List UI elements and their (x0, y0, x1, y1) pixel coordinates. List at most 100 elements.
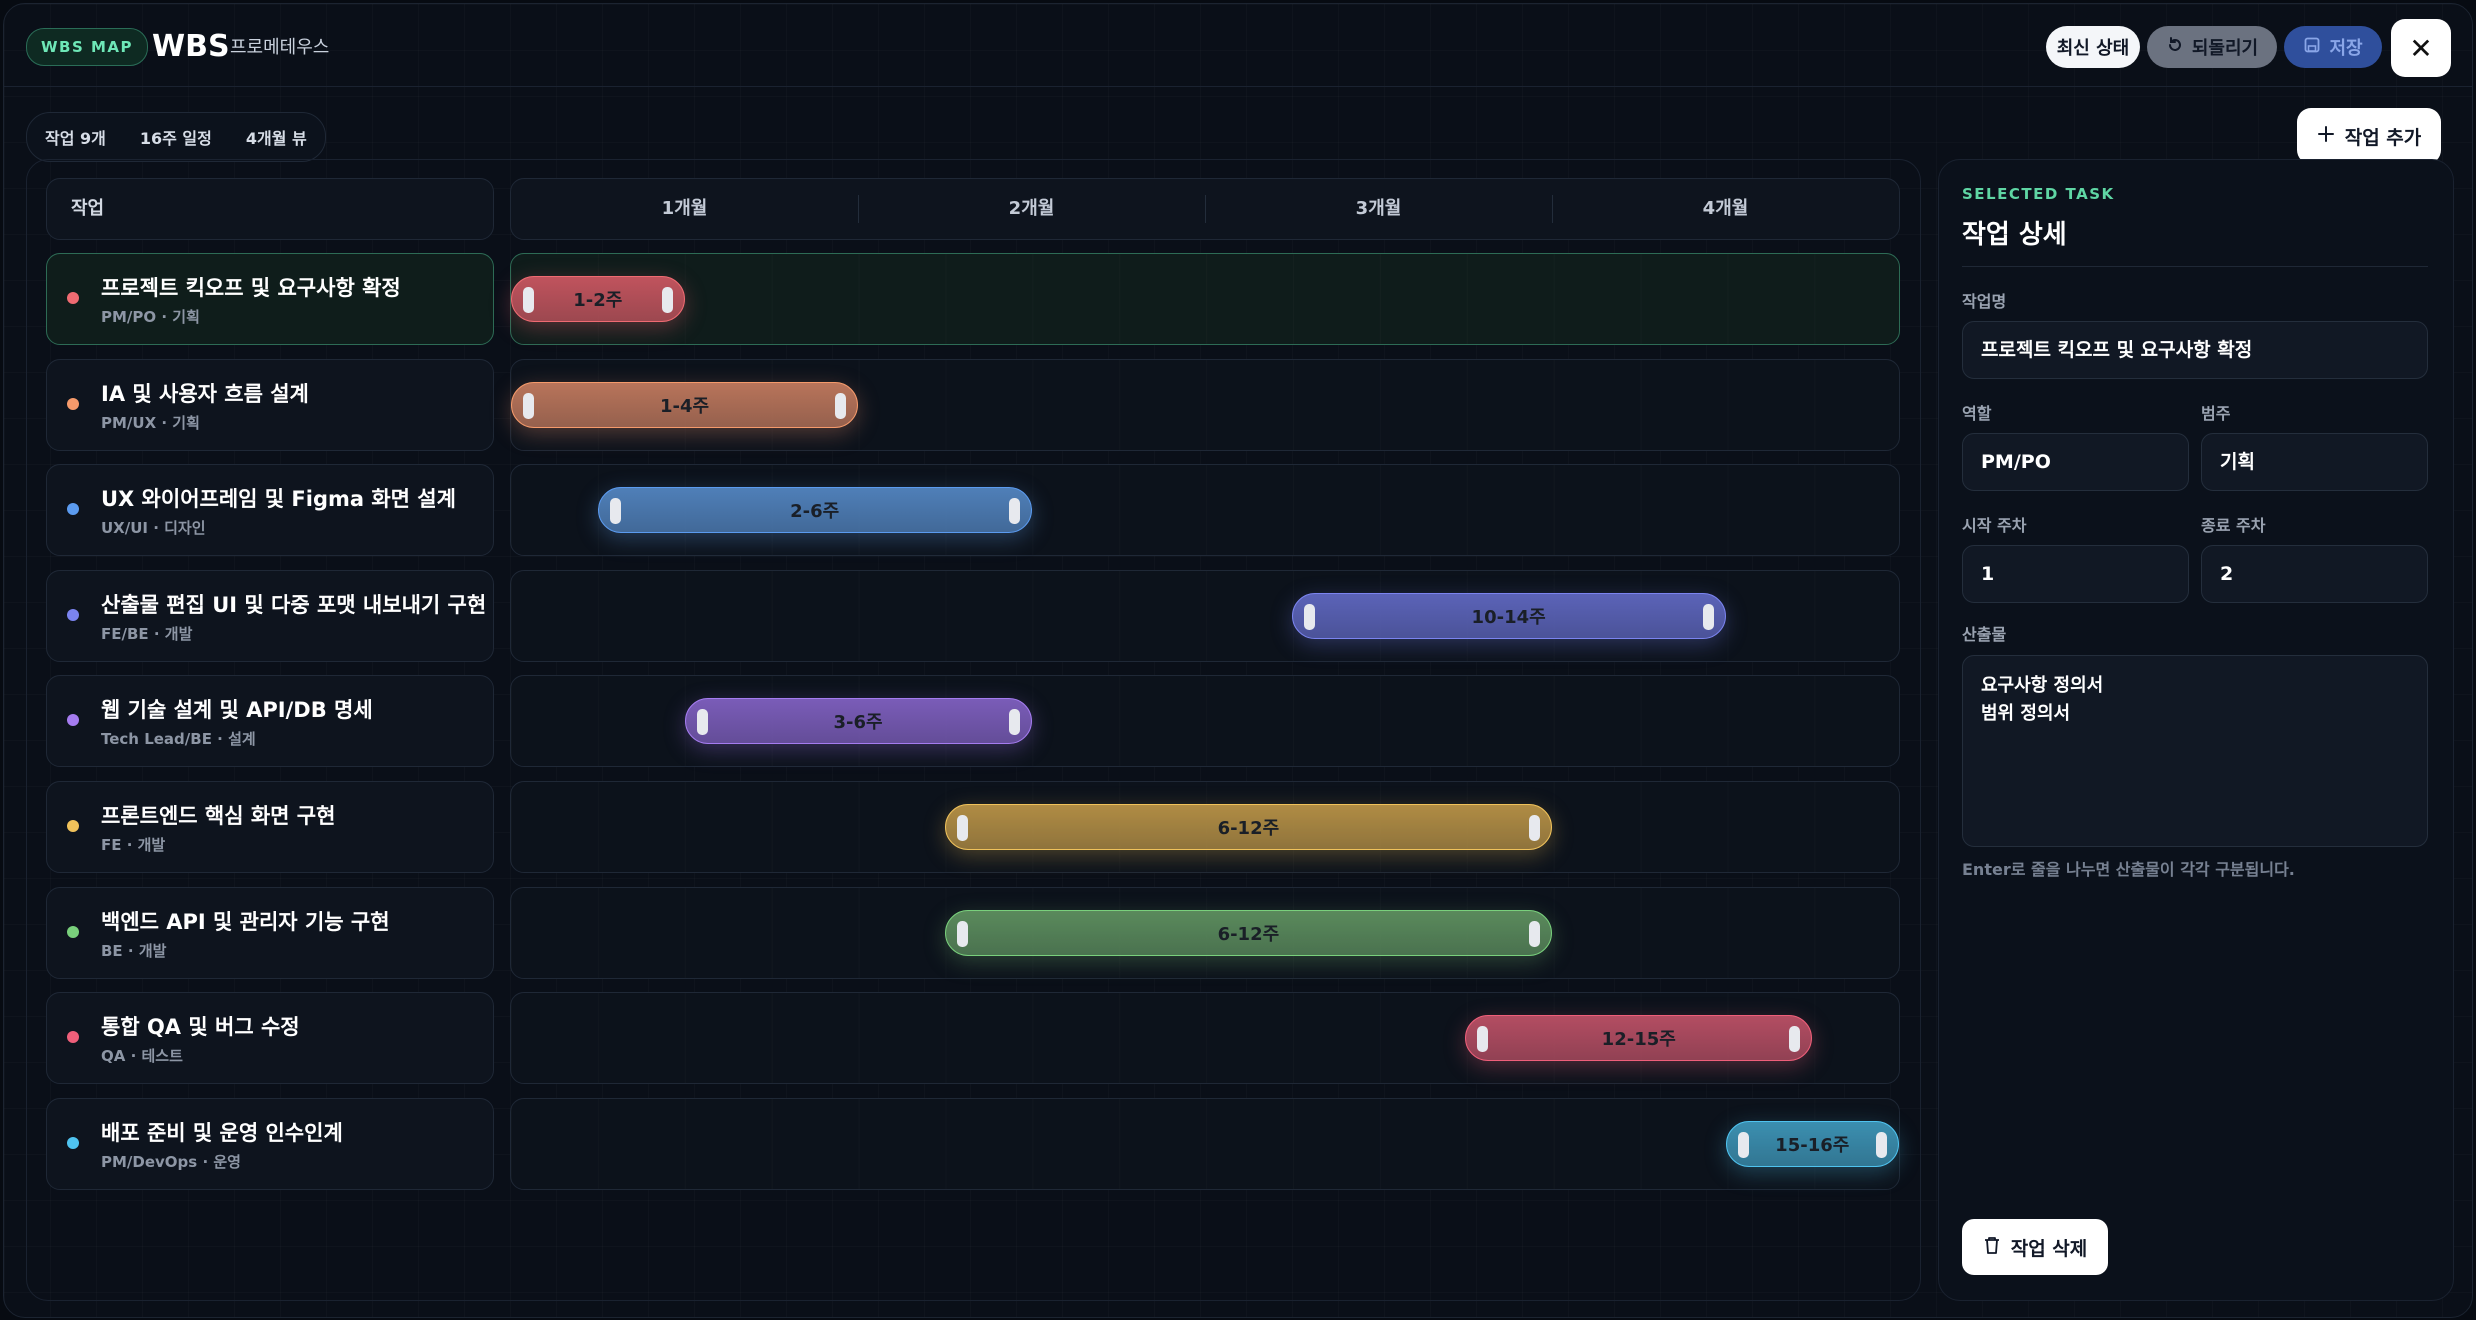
resize-handle-end[interactable] (835, 392, 846, 419)
plus-icon (2317, 125, 2335, 148)
resize-handle-start[interactable] (956, 815, 968, 841)
schedule-bar[interactable]: 1-2주 (511, 276, 685, 322)
month-label: 4개월 (1702, 198, 1749, 219)
role-field[interactable]: PM/PO (1962, 433, 2189, 491)
task-row[interactable]: UX 와이어프레임 및 Figma 화면 설계 UX/UI · 디자인 (46, 464, 494, 557)
schedule-bar[interactable]: 1-4주 (511, 381, 858, 428)
week-range-label: 3-6주 (833, 712, 883, 734)
timeline-track: 2-6주 (510, 464, 1900, 557)
timeline-header: 1개월 2개월 3개월 4개월 (510, 178, 1900, 240)
latest-state-button[interactable]: 최신 상태 (2046, 26, 2140, 68)
resize-handle-end[interactable] (661, 287, 673, 313)
task-meta: BE · 개발 (101, 941, 167, 960)
save-icon (2303, 36, 2321, 59)
task-name: 산출물 편집 UI 및 다중 포맷 내보내기 구현 (101, 592, 487, 617)
timeline-track: 12-15주 (510, 992, 1900, 1085)
task-name-label: 작업명 (1962, 292, 2007, 311)
deliverables-label: 산출물 (1962, 625, 2007, 644)
month-label: 2개월 (1008, 198, 1055, 219)
task-name: 백엔드 API 및 관리자 기능 구현 (101, 909, 390, 934)
timeline-track: 1-4주 (510, 358, 1900, 451)
schedule-bar[interactable]: 6-12주 (944, 804, 1552, 850)
detail-title: 작업 상세 (1962, 220, 2067, 250)
task-row[interactable]: 산출물 편집 UI 및 다중 포맷 내보내기 구현 FE/BE · 개발 (46, 569, 494, 662)
task-row[interactable]: 프로젝트 킥오프 및 요구사항 확정 PM/PO · 기획 (46, 253, 494, 345)
resize-handle-start[interactable] (1477, 1026, 1489, 1053)
latest-state-label: 최신 상태 (2056, 38, 2130, 59)
category-field[interactable]: 기획 (2201, 433, 2428, 491)
app-window: WBS MAP WBS 프로메테우스 최신 상태 되돌리기 저장 ✕ 작업 9개… (3, 3, 2473, 1318)
project-name: 프로메테우스 (230, 37, 330, 58)
resize-handle-end[interactable] (1789, 1026, 1801, 1053)
status-dot (67, 292, 79, 304)
resize-handle-start[interactable] (956, 920, 968, 947)
week-range-label: 6-12주 (1217, 923, 1280, 945)
undo-icon (2166, 36, 2184, 59)
trash-icon (1983, 1235, 2001, 1260)
resize-handle-end[interactable] (1008, 498, 1020, 525)
task-meta: Tech Lead/BE · 설계 (101, 730, 256, 749)
schedule-bar[interactable]: 2-6주 (597, 487, 1032, 534)
resize-handle-start[interactable] (609, 498, 621, 525)
undo-label: 되돌리기 (2191, 38, 2259, 59)
delete-task-button[interactable]: 작업 삭제 (1962, 1219, 2108, 1275)
resize-handle-start[interactable] (696, 709, 708, 736)
close-button[interactable]: ✕ (2391, 19, 2451, 77)
task-name: 배포 준비 및 운영 인수인계 (101, 1120, 343, 1145)
save-label: 저장 (2329, 38, 2363, 59)
top-bar: WBS MAP WBS 프로메테우스 최신 상태 되돌리기 저장 ✕ (4, 4, 2472, 87)
task-meta: FE · 개발 (101, 836, 166, 854)
wbs-map-badge: WBS MAP (26, 28, 149, 66)
selected-task-label: SELECTED TASK (1962, 185, 2115, 203)
resize-handle-start[interactable] (523, 392, 534, 419)
start-week-field[interactable]: 1 (1962, 545, 2189, 603)
resize-handle-end[interactable] (1529, 815, 1540, 841)
end-week-label: 종료 주차 (2201, 516, 2266, 535)
month-label: 3개월 (1355, 198, 1402, 219)
deliverables-textarea[interactable]: 요구사항 정의서 범위 정의서 (1962, 655, 2428, 847)
task-name-field[interactable]: 프로젝트 킥오프 및 요구사항 확정 (1962, 321, 2428, 379)
timeline-track: 1-2주 (510, 253, 1900, 345)
task-meta: FE/BE · 개발 (101, 624, 193, 643)
schedule-bar[interactable]: 6-12주 (944, 909, 1552, 956)
resize-handle-end[interactable] (1008, 709, 1020, 736)
add-task-label: 작업 추가 (2344, 126, 2422, 149)
save-button[interactable]: 저장 (2284, 26, 2382, 68)
task-row[interactable]: 통합 QA 및 버그 수정 QA · 테스트 (46, 992, 494, 1085)
task-name: 프론트엔드 핵심 화면 구현 (101, 804, 336, 828)
delete-task-label: 작업 삭제 (2010, 1237, 2088, 1260)
timeline-track: 15-16주 (510, 1097, 1900, 1190)
task-name: 웹 기술 설계 및 API/DB 명세 (101, 698, 373, 723)
resize-handle-start[interactable] (1303, 603, 1315, 630)
month-label: 1개월 (661, 198, 708, 219)
task-row[interactable]: IA 및 사용자 흐름 설계 PM/UX · 기획 (46, 358, 494, 451)
task-row[interactable]: 백엔드 API 및 관리자 기능 구현 BE · 개발 (46, 886, 494, 979)
week-range-label: 1-4주 (659, 395, 710, 417)
add-task-button[interactable]: 작업 추가 (2297, 108, 2441, 164)
resize-handle-start[interactable] (1737, 1131, 1749, 1158)
task-row[interactable]: 배포 준비 및 운영 인수인계 PM/DevOps · 운영 (46, 1097, 494, 1190)
status-dot (67, 925, 79, 938)
close-icon: ✕ (2409, 31, 2433, 65)
deliverable-line: 요구사항 정의서 (1981, 675, 2104, 696)
task-name: 통합 QA 및 버그 수정 (101, 1015, 300, 1040)
resize-handle-start[interactable] (523, 287, 534, 313)
end-week-field[interactable]: 2 (2201, 545, 2428, 603)
schedule-bar[interactable]: 15-16주 (1725, 1120, 1899, 1167)
task-name: UX 와이어프레임 및 Figma 화면 설계 (101, 487, 456, 512)
task-row[interactable]: 웹 기술 설계 및 API/DB 명세 Tech Lead/BE · 설계 (46, 675, 494, 768)
task-row[interactable]: 프론트엔드 핵심 화면 구현 FE · 개발 (46, 781, 494, 873)
resize-handle-end[interactable] (1702, 603, 1714, 630)
resize-handle-end[interactable] (1876, 1131, 1887, 1158)
schedule-bar[interactable]: 10-14주 (1291, 592, 1726, 639)
view-range: 4개월 뷰 (245, 129, 307, 148)
deliverables-hint: Enter로 줄을 나누면 산출물이 각각 구분됩니다. (1962, 860, 2295, 879)
status-dot (67, 820, 79, 832)
undo-button[interactable]: 되돌리기 (2147, 26, 2277, 68)
schedule-bar[interactable]: 3-6주 (684, 698, 1032, 745)
schedule-bar[interactable]: 12-15주 (1465, 1015, 1813, 1062)
task-name: IA 및 사용자 흐름 설계 (101, 381, 309, 406)
resize-handle-end[interactable] (1529, 920, 1540, 947)
divider (1962, 266, 2428, 267)
status-dot (67, 397, 79, 410)
